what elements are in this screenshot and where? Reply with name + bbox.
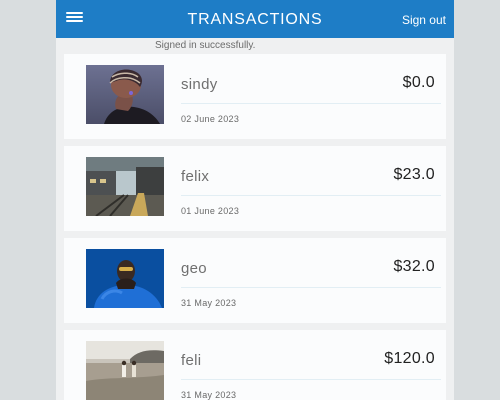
transaction-card[interactable]: feli $120.0 31 May 2023: [64, 330, 446, 400]
transaction-image: [86, 65, 164, 124]
transaction-image: [86, 157, 164, 216]
portrait-photo-image: [86, 65, 164, 124]
page-title: TRANSACTIONS: [187, 11, 323, 28]
train-station-photo-image: [86, 157, 164, 216]
transaction-amount: $23.0: [393, 166, 435, 183]
transaction-date: 31 May 2023: [181, 390, 237, 400]
status-message: Signed in successfully.: [155, 40, 256, 51]
transaction-date: 02 June 2023: [181, 114, 240, 124]
transaction-image: [86, 249, 164, 308]
transaction-list: sindy $0.0 02 June 2023 felix $23.0 01 J…: [56, 54, 454, 400]
transaction-name: felix: [181, 168, 210, 185]
transaction-card[interactable]: sindy $0.0 02 June 2023: [64, 54, 446, 139]
transaction-card[interactable]: felix $23.0 01 June 2023: [64, 146, 446, 231]
transaction-name: feli: [181, 352, 202, 369]
app-bar: TRANSACTIONS Sign out: [56, 0, 454, 38]
sign-out-button[interactable]: Sign out: [402, 0, 446, 40]
transaction-date: 31 May 2023: [181, 298, 237, 308]
transaction-card[interactable]: geo $32.0 31 May 2023: [64, 238, 446, 323]
card-divider: [181, 287, 441, 288]
transaction-amount: $32.0: [393, 258, 435, 275]
card-divider: [181, 195, 441, 196]
transaction-name: geo: [181, 260, 207, 277]
transaction-amount: $0.0: [402, 74, 435, 91]
app-screen: TRANSACTIONS Sign out Signed in successf…: [56, 0, 454, 400]
couple-field-photo-image: [86, 341, 164, 400]
person-blue-background-photo-image: [86, 249, 164, 308]
transaction-amount: $120.0: [384, 350, 435, 367]
card-divider: [181, 379, 441, 380]
transaction-image: [86, 341, 164, 400]
transaction-name: sindy: [181, 76, 218, 93]
card-divider: [181, 103, 441, 104]
transaction-date: 01 June 2023: [181, 206, 240, 216]
hamburger-menu-icon[interactable]: [66, 12, 83, 24]
